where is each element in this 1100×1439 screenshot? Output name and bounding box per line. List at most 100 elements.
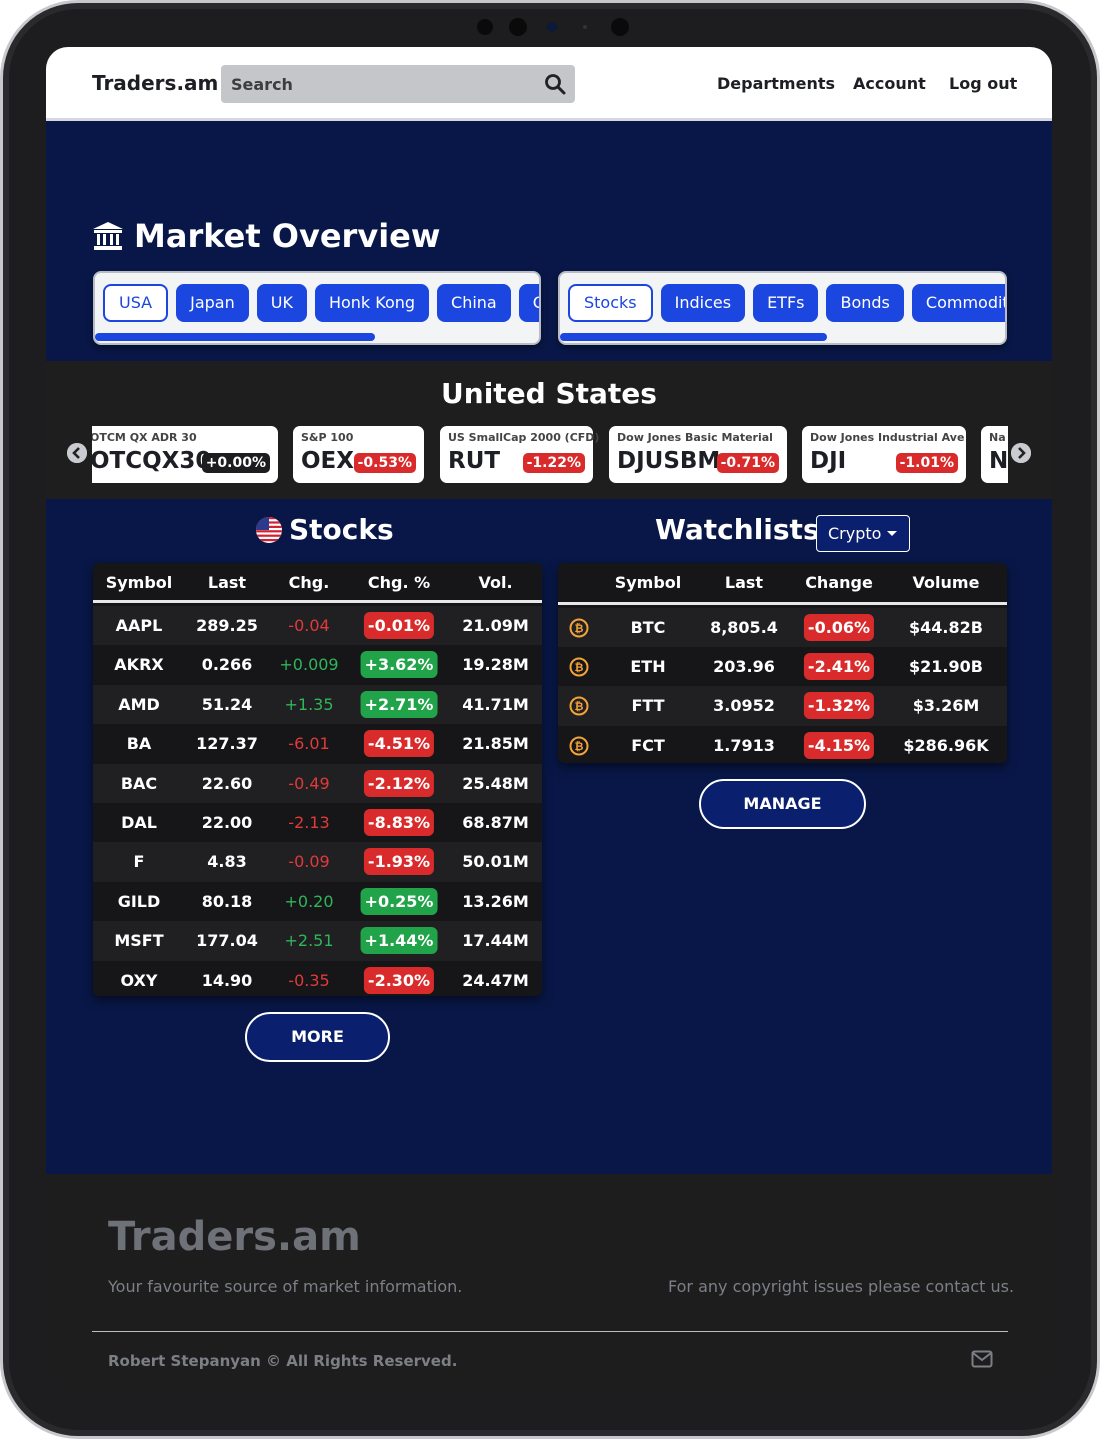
- region-tab[interactable]: USA: [103, 284, 169, 322]
- stock-volume: 41.71M: [462, 694, 529, 714]
- stock-change-percent-cell: -8.83%: [349, 803, 449, 842]
- stock-symbol: F: [133, 852, 145, 872]
- watch-last: 1.7913: [713, 735, 775, 755]
- watchlist-row[interactable]: ₿ BTC 8,805.4 -0.06% $44.82B: [558, 608, 1007, 648]
- change-percent-badge: -4.51%: [363, 730, 435, 758]
- index-ticker-card[interactable]: US SmallCap 2000 (CFD) RUT -1.22%: [440, 426, 599, 483]
- change-percent-badge: -1.93%: [363, 848, 435, 876]
- change-badge: -0.06%: [803, 614, 875, 641]
- stock-chg: -6.01: [288, 734, 330, 754]
- mail-icon[interactable]: [971, 1350, 993, 1368]
- stock-volume: 21.85M: [462, 734, 529, 754]
- footer-divider: [92, 1331, 1008, 1332]
- col-change[interactable]: Change: [794, 573, 884, 592]
- index-ticker-card[interactable]: Dow Jones Basic Material DJUSBM -0.71%: [609, 426, 787, 483]
- asset-type-tab[interactable]: Stocks: [568, 284, 653, 322]
- col-symbol[interactable]: Symbol: [93, 573, 185, 592]
- col-last[interactable]: Last: [185, 573, 269, 592]
- region-tab[interactable]: Ca: [518, 284, 539, 322]
- stock-row[interactable]: AAPL 289.25 -0.04 -0.01% 21.09M: [93, 606, 542, 646]
- stock-row[interactable]: AKRX 0.266 +0.009 +3.62% 19.28M: [93, 645, 542, 684]
- col-volume[interactable]: Vol.: [449, 573, 542, 592]
- index-ticker-card[interactable]: OTCM QX ADR 30 OTCQX30 +0.00%: [92, 426, 278, 483]
- search-icon[interactable]: [543, 72, 567, 96]
- stock-row[interactable]: F 4.83 -0.09 -1.93% 50.01M: [93, 842, 542, 882]
- watchlist-select[interactable]: Crypto: [816, 515, 910, 552]
- stock-chg: +0.009: [279, 655, 339, 675]
- search-input[interactable]: [221, 65, 531, 103]
- stock-last: 127.37: [196, 734, 258, 754]
- chevron-right-icon: [1011, 443, 1031, 463]
- col-volume[interactable]: Volume: [894, 573, 998, 592]
- watchlist-row[interactable]: ₿ FCT 1.7913 -4.15% $286.96K: [558, 726, 1007, 763]
- region-tab-row: USAJapanUKHonk KongChinaCa: [103, 284, 539, 322]
- stock-volume: 24.47M: [462, 970, 529, 990]
- nav-logout-link[interactable]: Log out: [949, 74, 1017, 93]
- ticker-symbol: OTCQX30: [92, 448, 212, 474]
- asset-type-tab[interactable]: Bonds: [826, 284, 904, 322]
- ticker-change-badge: -0.53%: [353, 453, 416, 473]
- brand-logo[interactable]: Traders.am: [92, 71, 218, 95]
- col-change[interactable]: Chg.: [269, 573, 349, 592]
- region-tab[interactable]: UK: [256, 284, 307, 322]
- stock-row[interactable]: AMD 51.24 +1.35 +2.71% 41.71M: [93, 684, 542, 725]
- stock-symbol: DAL: [121, 813, 157, 832]
- camera-bar: [473, 17, 643, 37]
- region-tab[interactable]: Honk Kong: [314, 284, 430, 322]
- stock-row[interactable]: BAC 22.60 -0.49 -2.12% 25.48M: [93, 763, 542, 803]
- manage-button[interactable]: MANAGE: [699, 779, 866, 829]
- more-button[interactable]: MORE: [245, 1012, 390, 1062]
- watchlist-table: Symbol Last Change Volume ₿ BTC 8,805.4 -0.…: [558, 563, 1007, 763]
- stock-chg: -0.49: [288, 773, 330, 793]
- stock-volume: 21.09M: [462, 616, 529, 635]
- asset-tab-row: StocksIndicesETFsBondsCommoditie: [568, 284, 1005, 322]
- nav-account-link[interactable]: Account: [853, 74, 926, 93]
- ticker-next-button[interactable]: [1011, 443, 1031, 463]
- col-change-percent[interactable]: Chg. %: [349, 573, 449, 592]
- index-ticker-card[interactable]: Dow Jones Industrial Ave DJI -1.01%: [802, 426, 966, 483]
- stock-chg: -0.09: [288, 852, 330, 872]
- change-percent-badge: -8.83%: [363, 809, 435, 836]
- region-tab[interactable]: China: [437, 284, 511, 322]
- camera-dot: [477, 19, 493, 35]
- stock-symbol: BA: [126, 734, 152, 754]
- change-percent-badge: -2.30%: [363, 966, 435, 994]
- asset-scrollbar[interactable]: [560, 333, 1005, 341]
- svg-text:₿: ₿: [575, 661, 584, 674]
- region-scroll-thumb[interactable]: [95, 333, 375, 341]
- asset-type-tab[interactable]: Indices: [660, 284, 746, 322]
- ticker-symbol: N: [989, 448, 1008, 474]
- watchlist-row[interactable]: ₿ FTT 3.0952 -1.32% $3.26M: [558, 686, 1007, 726]
- stock-volume: 50.01M: [462, 852, 529, 872]
- watch-last: 8,805.4: [710, 618, 778, 637]
- stock-row[interactable]: GILD 80.18 +0.20 +0.25% 13.26M: [93, 882, 542, 921]
- svg-text:₿: ₿: [575, 740, 584, 753]
- search-bar: [221, 65, 575, 103]
- stock-row[interactable]: DAL 22.00 -2.13 -8.83% 68.87M: [93, 803, 542, 842]
- stock-volume: 19.28M: [462, 655, 529, 675]
- asset-type-tab[interactable]: ETFs: [753, 284, 819, 322]
- stocks-table-header: Symbol Last Chg. Chg. % Vol.: [93, 563, 542, 603]
- region-tab[interactable]: Japan: [176, 284, 249, 322]
- asset-scroll-thumb[interactable]: [560, 333, 827, 341]
- ticker-name: OTCM QX ADR 30: [92, 431, 197, 444]
- watchlist-row[interactable]: ₿ ETH 203.96 -2.41% $21.90B: [558, 647, 1007, 686]
- ticker-name: Dow Jones Industrial Ave: [810, 431, 965, 444]
- col-last[interactable]: Last: [698, 573, 790, 592]
- stock-row[interactable]: OXY 14.90 -0.35 -2.30% 24.47M: [93, 961, 542, 996]
- footer-contact-text[interactable]: For any copyright issues please contact …: [668, 1277, 1014, 1296]
- region-scrollbar[interactable]: [95, 333, 539, 341]
- ticker-carousel: OTCM QX ADR 30 OTCQX30 +0.00% S&P 100 OEX -0.…: [92, 426, 1008, 483]
- stock-row[interactable]: BA 127.37 -6.01 -4.51% 21.85M: [93, 724, 542, 763]
- us-flag-icon: [256, 516, 282, 543]
- col-symbol[interactable]: Symbol: [602, 573, 694, 592]
- ticker-prev-button[interactable]: [67, 443, 87, 463]
- nav-departments-link[interactable]: Departments: [717, 74, 835, 93]
- watch-last: 203.96: [713, 657, 775, 677]
- index-ticker-card[interactable]: Na N: [981, 426, 1008, 483]
- asset-type-tab[interactable]: Commoditie: [911, 284, 1005, 322]
- footer-brand: Traders.am: [108, 1214, 361, 1260]
- watch-change-cell: -1.32%: [794, 686, 884, 725]
- stock-row[interactable]: MSFT 177.04 +2.51 +1.44% 17.44M: [93, 921, 542, 961]
- index-ticker-card[interactable]: S&P 100 OEX -0.53%: [293, 426, 424, 483]
